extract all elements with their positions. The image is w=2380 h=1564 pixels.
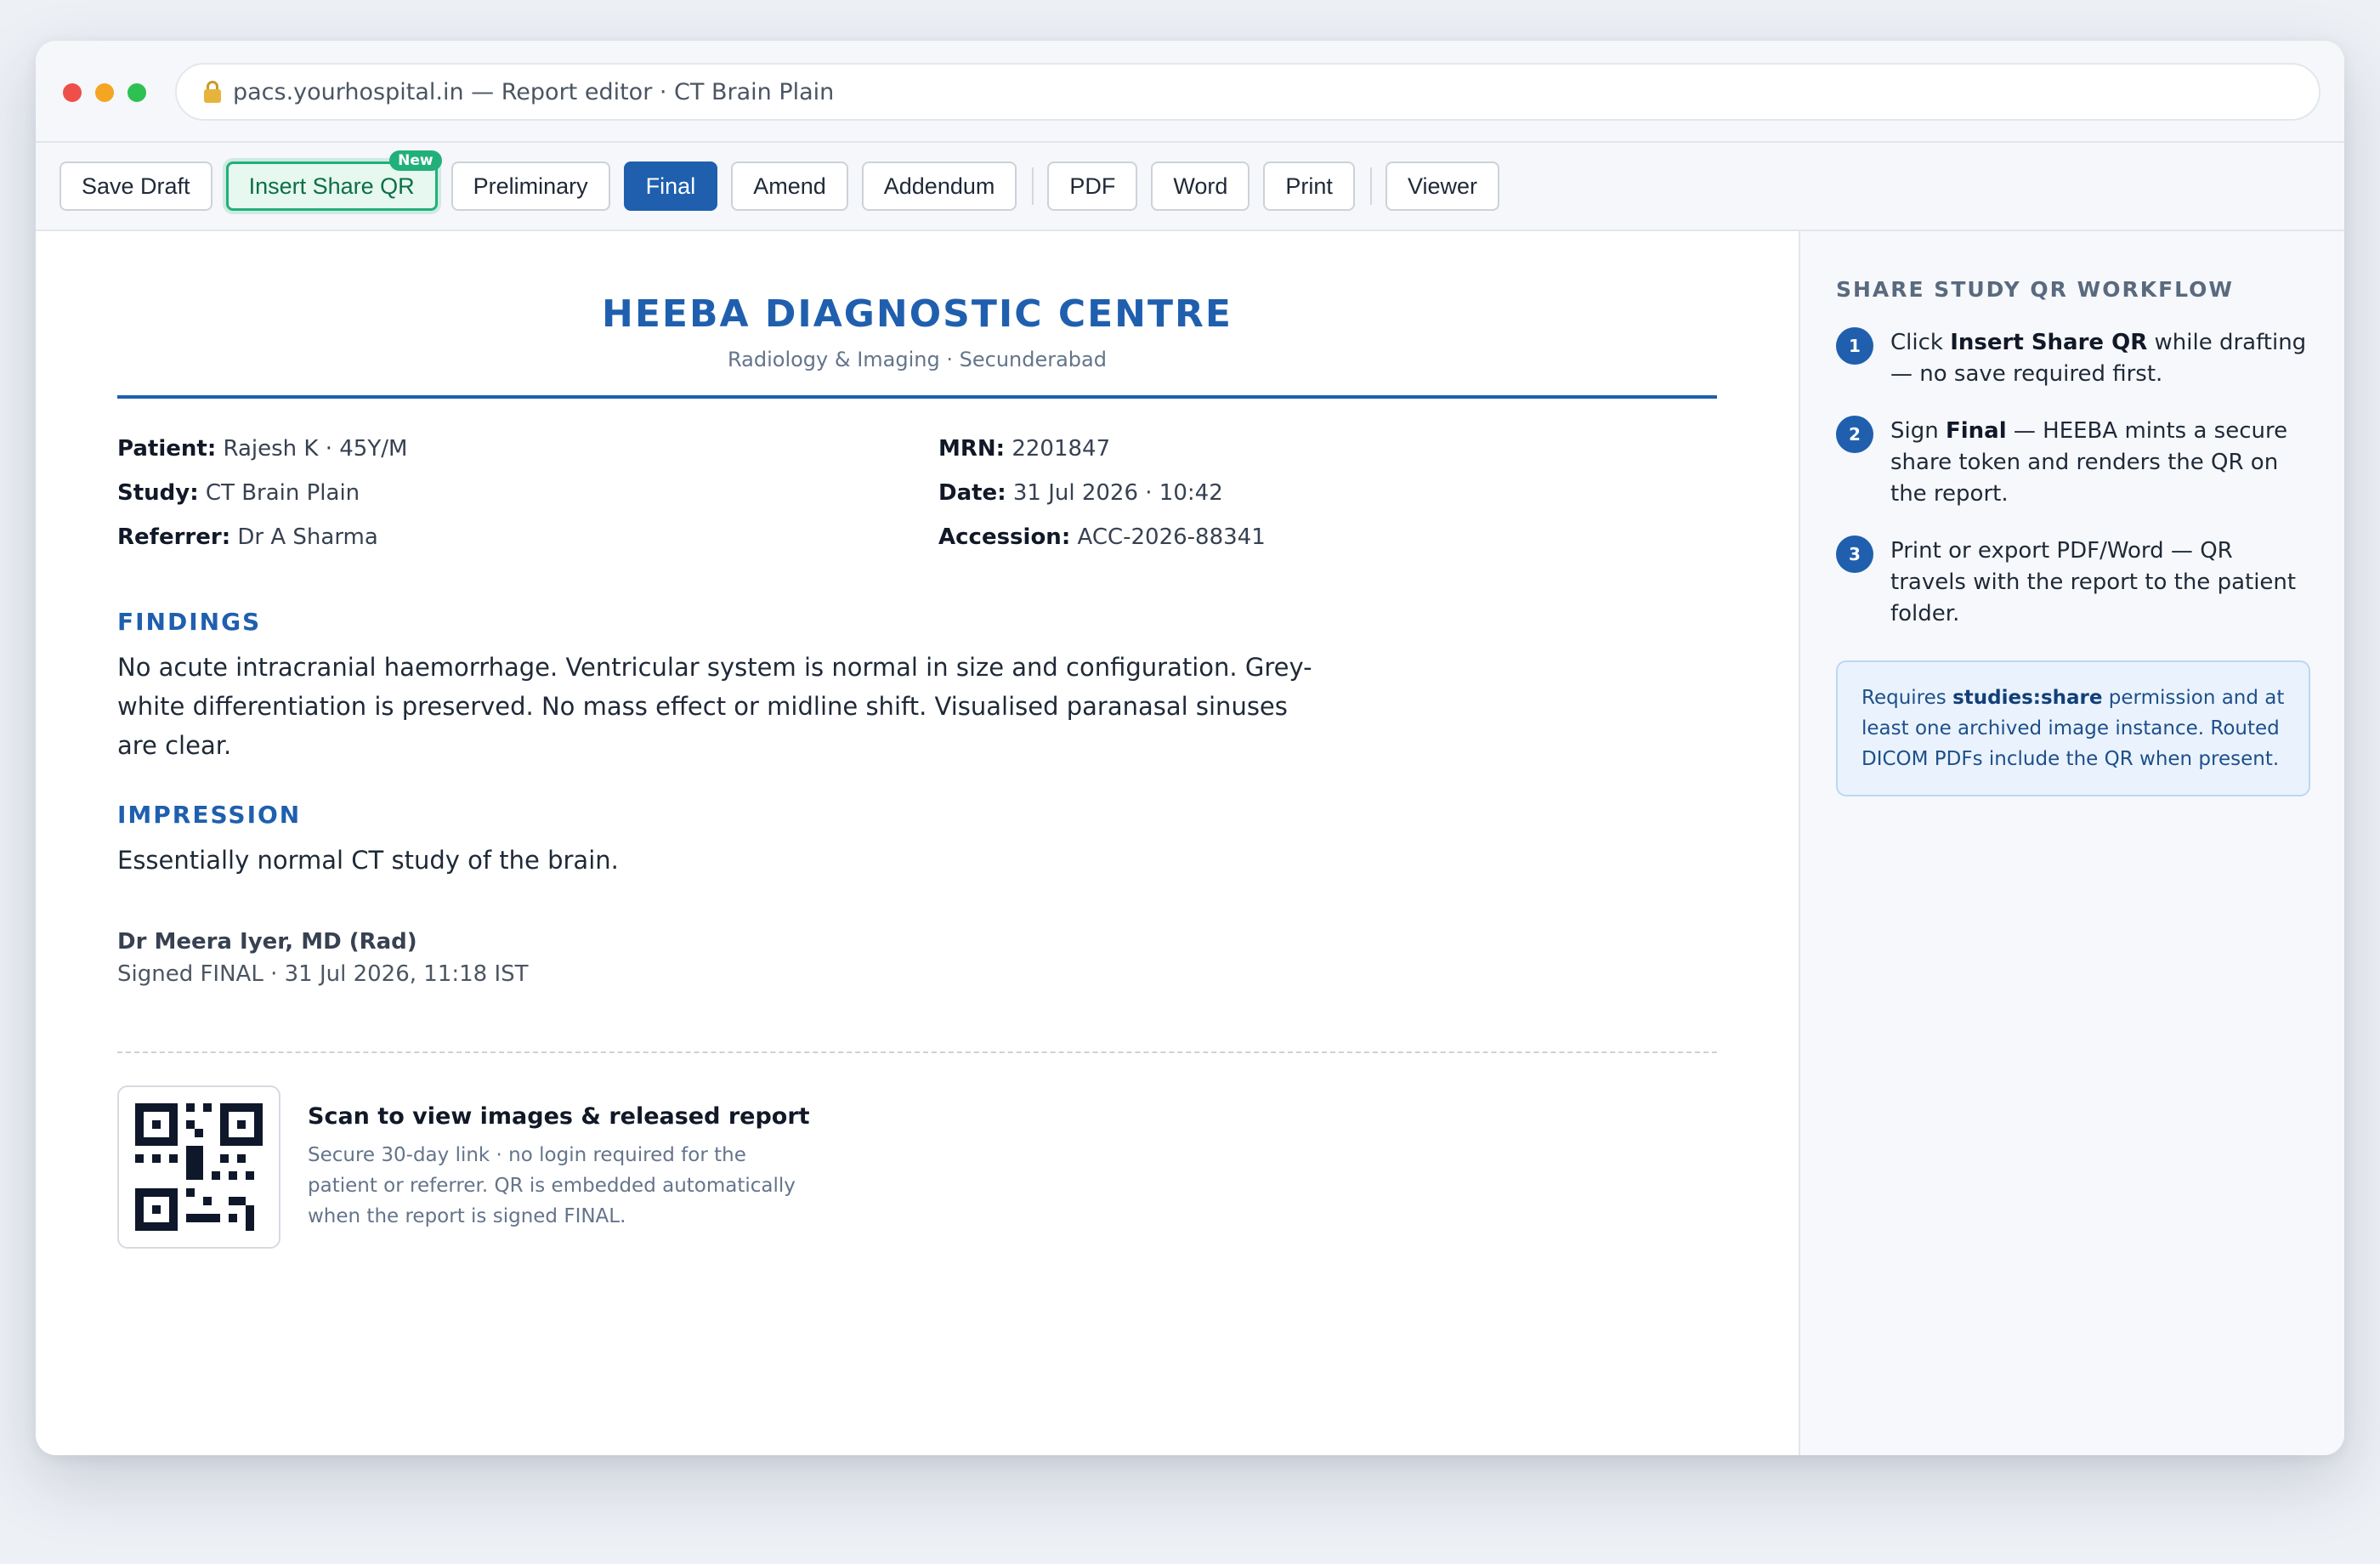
patient-field: Patient: Rajesh K · 45Y/M <box>117 436 407 462</box>
accession-value: ACC-2026-88341 <box>1077 524 1266 550</box>
final-button[interactable]: Final <box>623 162 718 211</box>
report-header: HEEBA DIAGNOSTIC CENTRE Radiology & Imag… <box>117 292 1717 371</box>
preliminary-button[interactable]: Preliminary <box>450 162 610 211</box>
address-bar[interactable]: pacs.yourhospital.in — Report editor · C… <box>175 63 2320 121</box>
patient-details: Patient: Rajesh K · 45Y/M MRN: 2201847 S… <box>117 436 1717 572</box>
study-label: Study: <box>117 480 199 506</box>
step-text: Sign Final — HEEBA mints a secure share … <box>1890 418 2288 507</box>
step-number: 1 <box>1836 327 1873 365</box>
toolbar-divider <box>1032 167 1034 205</box>
workflow-step: 3 Print or export PDF/Word — QR travels … <box>1836 536 2310 630</box>
accession-field: Accession: ACC-2026-88341 <box>938 524 1266 550</box>
header-divider <box>117 395 1717 399</box>
impression-text[interactable]: Essentially normal CT study of the brain… <box>117 841 1324 880</box>
signed-status: Signed FINAL · 31 Jul 2026, 11:18 IST <box>117 961 529 987</box>
qr-divider <box>117 1051 1717 1053</box>
qr-title: Scan to view images & released report <box>308 1102 810 1130</box>
qr-description: Secure 30-day link · no login required f… <box>308 1143 796 1227</box>
accession-label: Accession: <box>938 524 1071 550</box>
workflow-panel: SHARE STUDY QR WORKFLOW 1 Click Insert S… <box>1799 231 2344 1455</box>
mrn-label: MRN: <box>938 436 1006 462</box>
new-badge: New <box>389 150 442 171</box>
mrn-value: 2201847 <box>1012 436 1111 462</box>
share-qr-code <box>117 1085 280 1249</box>
referrer-field: Referrer: Dr A Sharma <box>117 524 378 550</box>
impression-heading: IMPRESSION <box>117 801 302 829</box>
address-text: pacs.yourhospital.in — Report editor · C… <box>233 78 835 105</box>
pdf-button[interactable]: PDF <box>1047 162 1138 211</box>
permission-name: studies:share <box>1952 687 2103 709</box>
permission-note: Requires studies:share permission and at… <box>1836 660 2310 796</box>
date-value: 31 Jul 2026 · 10:42 <box>1012 480 1223 506</box>
insert-share-qr-button[interactable]: Insert Share QR New <box>225 150 442 211</box>
study-value: CT Brain Plain <box>205 480 360 506</box>
step-text: Print or export PDF/Word — QR travels wi… <box>1890 538 2297 626</box>
step-text: Click Insert Share QR while drafting — n… <box>1890 330 2307 387</box>
qr-caption: Scan to view images & released report Se… <box>308 1103 818 1232</box>
step-number: 3 <box>1836 536 1873 573</box>
viewer-button[interactable]: Viewer <box>1385 162 1499 211</box>
workflow-title: SHARE STUDY QR WORKFLOW <box>1836 277 2235 302</box>
findings-heading: FINDINGS <box>117 608 262 636</box>
signature-block: Dr Meera Iyer, MD (Rad) Signed FINAL · 3… <box>117 929 1717 987</box>
addendum-button[interactable]: Addendum <box>861 162 1017 211</box>
print-button[interactable]: Print <box>1263 162 1355 211</box>
save-draft-button[interactable]: Save Draft <box>60 162 212 211</box>
workflow-step: 2 Sign Final — HEEBA mints a secure shar… <box>1836 416 2310 510</box>
findings-text[interactable]: No acute intracranial haemorrhage. Ventr… <box>117 648 1324 765</box>
referrer-label: Referrer: <box>117 524 231 550</box>
insert-share-qr-label: Insert Share QR <box>248 173 415 199</box>
share-qr-block: Scan to view images & released report Se… <box>117 1085 1717 1249</box>
amend-button[interactable]: Amend <box>731 162 848 211</box>
clinic-name: HEEBA DIAGNOSTIC CENTRE <box>602 292 1232 336</box>
window-zoom-button[interactable] <box>128 83 146 102</box>
window-minimize-button[interactable] <box>95 83 114 102</box>
clinic-subtitle: Radiology & Imaging · Secunderabad <box>728 348 1107 371</box>
report-toolbar: Save Draft Insert Share QR New Prelimina… <box>36 143 2344 231</box>
toolbar-divider <box>1369 167 1372 205</box>
report-document[interactable]: HEEBA DIAGNOSTIC CENTRE Radiology & Imag… <box>36 231 1799 1455</box>
signer-name: Dr Meera Iyer, MD (Rad) <box>117 929 417 955</box>
patient-value: Rajesh K · 45Y/M <box>223 436 408 462</box>
title-bar: pacs.yourhospital.in — Report editor · C… <box>36 41 2344 143</box>
referrer-value: Dr A Sharma <box>237 524 378 550</box>
date-field: Date: 31 Jul 2026 · 10:42 <box>938 480 1223 506</box>
step-number: 2 <box>1836 416 1873 453</box>
mrn-field: MRN: 2201847 <box>938 436 1110 462</box>
study-field: Study: CT Brain Plain <box>117 480 360 506</box>
lock-icon <box>204 81 221 103</box>
date-label: Date: <box>938 480 1006 506</box>
workflow-step: 1 Click Insert Share QR while drafting —… <box>1836 327 2310 390</box>
word-button[interactable]: Word <box>1151 162 1250 211</box>
app-window: pacs.yourhospital.in — Report editor · C… <box>36 41 2344 1455</box>
qr-code-icon <box>135 1103 263 1231</box>
patient-label: Patient: <box>117 436 217 462</box>
window-close-button[interactable] <box>63 83 82 102</box>
